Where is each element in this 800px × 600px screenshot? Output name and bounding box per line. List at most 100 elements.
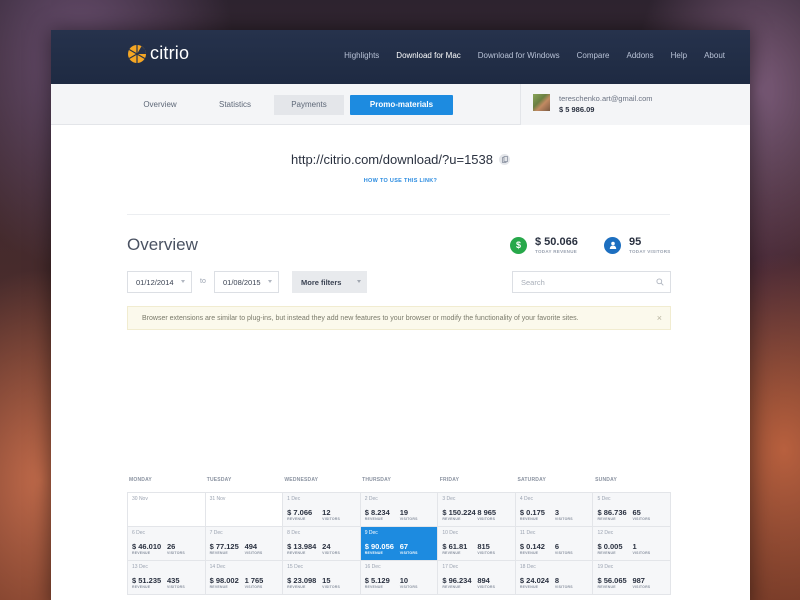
how-to-use-link[interactable]: HOW TO USE THIS LINK? <box>51 178 750 184</box>
calendar-day-cell[interactable]: 10 Dec $ 61.81 REVENUE 815 VISITORS <box>438 527 516 561</box>
tab-overview[interactable]: Overview <box>121 95 199 115</box>
calendar-day-cell[interactable]: 7 Dec $ 77.125 REVENUE 494 VISITORS <box>205 527 284 561</box>
cell-visitors: 15 <box>322 576 331 585</box>
cell-revenue: $ 23.098 <box>287 576 317 585</box>
avatar[interactable] <box>533 94 550 111</box>
tab-bar: Overview Statistics Payments Promo-mater… <box>121 95 453 115</box>
referral-link[interactable]: http://citrio.com/download/?u=1538 <box>291 152 510 167</box>
account-panel[interactable]: tereschenko.art@gmail.com $ 5 986.09 <box>520 84 750 125</box>
more-filters-button[interactable]: More filters <box>292 271 367 293</box>
browser-window: citrio Highlights Download for Mac Downloa… <box>51 30 750 600</box>
cell-revenue-label: REVENUE <box>519 551 539 555</box>
calendar-day-cell[interactable]: 1 Dec $ 7.066 REVENUE 12 VISITORS <box>283 493 361 527</box>
notice-text: Browser extensions are similar to plug-i… <box>142 314 579 322</box>
nav-item-help[interactable]: Help <box>671 51 687 60</box>
cell-visitors: 494 <box>244 542 258 551</box>
cell-revenue: $ 8.234 <box>364 508 390 517</box>
nav-item-addons[interactable]: Addons <box>627 51 654 60</box>
cell-date: 11 Dec <box>519 530 536 536</box>
cell-visitors-label: VISITORS <box>632 517 651 521</box>
day-name-wednesday: WEDNESDAY <box>284 477 319 483</box>
calendar-day-cell[interactable]: 17 Dec $ 96.234 REVENUE 894 VISITORS <box>438 561 516 595</box>
date-to-input[interactable]: 01/08/2015 <box>214 271 279 293</box>
cell-date: 6 Dec <box>132 530 146 536</box>
nav-item-highlights[interactable]: Highlights <box>344 51 379 60</box>
calendar-day-cell[interactable]: 6 Dec $ 46.010 REVENUE 26 VISITORS <box>128 527 206 561</box>
cell-revenue: $ 77.125 <box>209 542 239 551</box>
cell-visitors-label: VISITORS <box>244 551 263 555</box>
calendar-day-cell[interactable]: 2 Dec $ 8.234 REVENUE 19 VISITORS <box>360 493 439 527</box>
cell-visitors: 894 <box>477 576 490 585</box>
tab-statistics[interactable]: Statistics <box>199 95 271 115</box>
calendar-day-cell[interactable]: 14 Dec $ 98.002 REVENUE 1 765 VISITORS <box>205 561 284 595</box>
cell-visitors: 26 <box>167 542 176 551</box>
cell-revenue-label: REVENUE <box>364 585 384 589</box>
cell-revenue: $ 0.142 <box>519 542 545 551</box>
cell-date: 10 Dec <box>442 530 459 536</box>
calendar-day-cell[interactable]: 3 Dec $ 150.224 REVENUE 8 965 VISITORS <box>438 493 516 527</box>
cell-visitors: 67 <box>399 542 409 551</box>
today-visitors-label: TODAY VISITORS <box>629 249 671 254</box>
today-revenue-label: TODAY REVENUE <box>535 249 578 254</box>
nav-item-download-for-mac[interactable]: Download for Mac <box>396 51 460 60</box>
logo[interactable]: citrio <box>127 43 189 64</box>
cell-visitors: 65 <box>632 508 641 517</box>
calendar-day-cell[interactable]: 16 Dec $ 5.129 REVENUE 10 VISITORS <box>360 561 439 595</box>
tab-promo-materials[interactable]: Promo-materials <box>350 95 453 115</box>
cell-visitors-label: VISITORS <box>477 517 496 521</box>
chevron-down-icon <box>357 280 361 283</box>
cell-revenue: $ 0.175 <box>519 508 545 517</box>
dollar-icon: $ <box>510 236 527 254</box>
calendar-day-cell[interactable]: 12 Dec $ 0.005 REVENUE 1 VISITORS <box>593 527 672 561</box>
calendar-day-cell[interactable]: 30 Nov <box>128 493 206 527</box>
cell-revenue-label: REVENUE <box>364 517 384 521</box>
cell-visitors-label: VISITORS <box>322 517 341 521</box>
date-from-input[interactable]: 01/12/2014 <box>127 271 192 293</box>
calendar-day-cell[interactable]: 4 Dec $ 0.175 REVENUE 3 VISITORS <box>515 493 594 527</box>
cell-revenue-label: REVENUE <box>597 517 616 521</box>
cell-date: 13 Dec <box>132 564 148 570</box>
cell-revenue: $ 61.81 <box>442 542 468 551</box>
copy-icon[interactable] <box>499 154 510 165</box>
calendar-day-cell[interactable]: 9 Dec $ 90.056 REVENUE 67 VISITORS <box>360 527 439 561</box>
cell-revenue: $ 90.056 <box>364 542 394 551</box>
cell-visitors: 1 765 <box>244 576 264 585</box>
cell-date: 5 Dec <box>597 496 611 502</box>
referral-link-text: http://citrio.com/download/?u=1538 <box>291 152 493 167</box>
day-name-friday: FRIDAY <box>439 477 460 483</box>
calendar-day-cell[interactable]: 15 Dec $ 23.098 REVENUE 15 VISITORS <box>283 561 361 595</box>
cell-revenue-label: REVENUE <box>519 585 539 589</box>
cell-date: 2 Dec <box>364 496 378 502</box>
cell-visitors-label: VISITORS <box>554 551 573 555</box>
search-icon[interactable] <box>656 278 664 288</box>
calendar-day-cell[interactable]: 19 Dec $ 56.065 REVENUE 987 VISITORS <box>593 561 672 595</box>
nav-item-about[interactable]: About <box>704 51 725 60</box>
calendar-day-cell[interactable]: 11 Dec $ 0.142 REVENUE 6 VISITORS <box>515 527 594 561</box>
cell-revenue-label: REVENUE <box>287 517 306 521</box>
calendar-day-cell[interactable]: 5 Dec $ 86.736 REVENUE 65 VISITORS <box>593 493 672 527</box>
search-input[interactable]: Search <box>512 271 671 293</box>
cell-date: 17 Dec <box>442 564 459 570</box>
cell-revenue-label: REVENUE <box>597 551 616 555</box>
calendar-day-cell[interactable]: 13 Dec $ 51.235 REVENUE 435 VISITORS <box>128 561 206 595</box>
cell-visitors: 8 965 <box>477 508 497 517</box>
cell-visitors: 815 <box>477 542 490 551</box>
cell-revenue-label: REVENUE <box>132 585 151 589</box>
nav-item-download-for-windows[interactable]: Download for Windows <box>478 51 560 60</box>
day-name-thursday: THURSDAY <box>362 477 391 483</box>
calendar-day-cell[interactable]: 31 Nov <box>205 493 284 527</box>
cell-revenue: $ 46.010 <box>132 542 162 551</box>
calendar-day-cell[interactable]: 18 Dec $ 24.024 REVENUE 8 VISITORS <box>515 561 594 595</box>
date-to-value: 01/08/2015 <box>223 277 261 287</box>
cell-visitors-label: VISITORS <box>477 585 496 589</box>
brand-name: citrio <box>150 43 190 63</box>
calendar-day-cell[interactable]: 8 Dec $ 13.984 REVENUE 24 VISITORS <box>283 527 361 561</box>
cell-revenue-label: REVENUE <box>209 551 228 555</box>
nav-item-compare[interactable]: Compare <box>577 51 610 60</box>
cell-visitors: 1 <box>632 542 637 551</box>
tab-payments[interactable]: Payments <box>274 95 344 115</box>
cell-visitors-label: VISITORS <box>477 551 496 555</box>
close-icon[interactable]: × <box>657 313 662 323</box>
cell-visitors-label: VISITORS <box>554 585 573 589</box>
user-icon <box>604 236 621 254</box>
